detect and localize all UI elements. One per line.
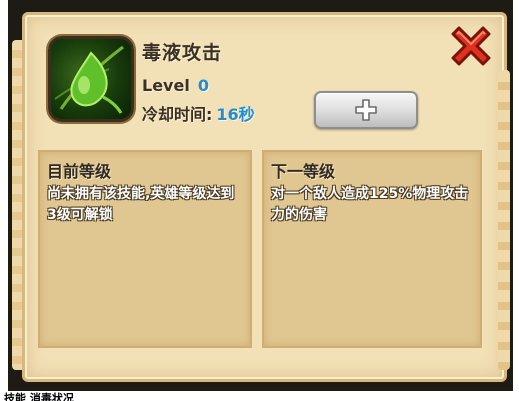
- cooldown-row: 冷却时间: 16秒: [142, 101, 255, 125]
- current-level-text: 尚未拥有该技能,英雄等级达到3级可解锁: [47, 186, 235, 223]
- next-level-box: 下一等级 对一个敌人造成125%物理攻击力的伤害: [262, 150, 482, 348]
- caption-text: 技能 消毒状况: [4, 392, 74, 401]
- close-x-icon: [451, 26, 491, 66]
- next-level-title: 下一等级: [271, 162, 336, 181]
- parchment-edge-right: [498, 70, 510, 370]
- plus-icon: [355, 99, 377, 121]
- next-level-text: 对一个敌人造成125%物理攻击力的伤害: [271, 186, 469, 223]
- current-level-box: 目前等级 尚未拥有该技能,英雄等级达到3级可解锁: [38, 150, 252, 348]
- current-level-title: 目前等级: [47, 162, 112, 181]
- poison-drop-icon: [48, 36, 134, 122]
- level-value: 0: [197, 76, 209, 95]
- poison-drop-graphic: [54, 45, 124, 114]
- skill-name: 毒液攻击: [142, 42, 223, 64]
- skill-dialog-stage: 毒液攻击 Level 0 冷却时间: 16秒 目前等级 尚未拥有该技能,英雄等级达到…: [0, 0, 519, 401]
- cooldown-value: 16秒: [216, 105, 255, 124]
- close-button[interactable]: [445, 20, 497, 72]
- level-label: Level: [142, 76, 190, 95]
- upgrade-skill-button[interactable]: [314, 91, 418, 129]
- cooldown-label: 冷却时间:: [142, 105, 213, 124]
- level-row: Level 0: [142, 76, 209, 95]
